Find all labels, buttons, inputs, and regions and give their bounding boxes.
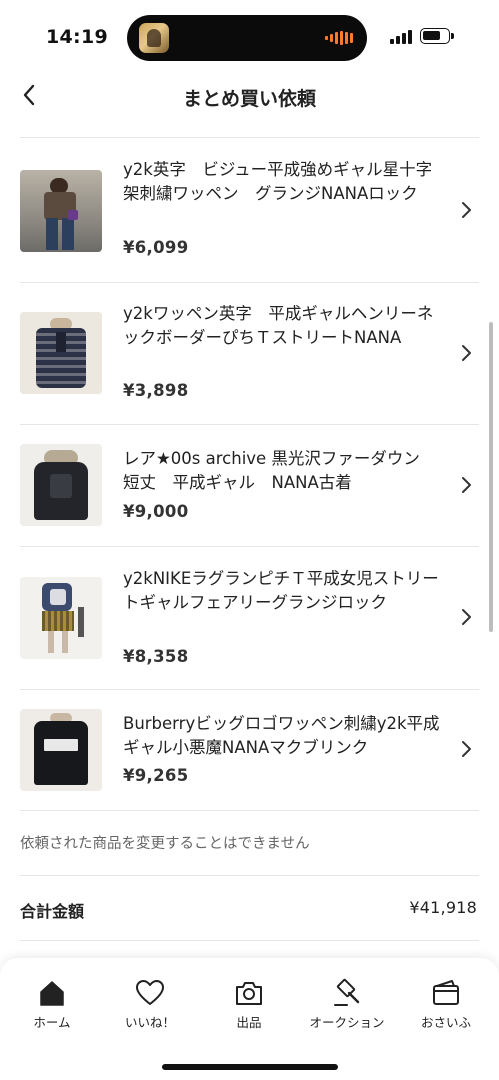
chevron-right-icon [462,202,471,218]
item-thumbnail [20,170,102,252]
total-value: ¥41,918 [409,898,477,917]
tab-label: ホーム [33,1015,71,1030]
dynamic-island[interactable] [127,15,367,61]
item-title: y2kワッペン英字 平成ギャルヘンリーネックボーダーぴちＴストリートNANA [123,304,434,347]
home-icon [40,981,64,1006]
divider [20,282,479,283]
tab-label: 出品 [236,1015,262,1030]
status-bar: 14:19 [0,0,499,72]
divider [20,137,479,138]
tab-likes[interactable]: いいね！ [100,978,200,1034]
screen: 14:19 まとめ買い依頼 y2k英字 ビジュー平成強めギャル星十字架刺繍ワッペ… [0,0,499,1080]
divider [20,810,479,811]
home-indicator [162,1064,338,1070]
item-thumbnail [20,312,102,394]
item-title: Burberryビッグロゴワッペン刺繍y2k平成ギャル小悪魔NANAマクブリンク [123,714,440,757]
chevron-right-icon [462,477,471,493]
wallet-icon [433,980,459,1005]
divider [20,424,479,425]
chevron-right-icon [462,741,471,757]
page-title: まとめ買い依頼 [182,88,316,110]
heart-icon [136,980,164,1005]
tab-label: おさいふ [420,1015,471,1030]
battery-icon [420,28,454,44]
item-title: レア★00s archive 黒光沢ファーダウン 短丈 平成ギャル NANA古着 [123,449,437,492]
tab-auction[interactable]: オークション [297,978,397,1034]
item-title: y2kNIKEラグランピチＴ平成女児ストリートギャルフェアリーグランジロック [123,569,439,612]
gavel-icon [334,978,360,1006]
divider [20,940,479,941]
tab-label: オークション [309,1015,385,1030]
item-price: ¥9,265 [123,766,189,785]
divider [20,875,479,876]
tab-wallet[interactable]: おさいふ [396,978,496,1034]
chevron-right-icon [462,609,471,625]
chevron-right-icon [462,345,471,361]
item-price: ¥9,000 [123,502,189,521]
notice-text: 依頼された商品を変更することはできません [20,836,310,852]
tab-label: いいね！ [124,1015,175,1030]
divider [20,546,479,547]
now-playing-artwork [139,23,169,53]
item-thumbnail [20,709,102,791]
item-title: y2k英字 ビジュー平成強めギャル星十字架刺繍ワッペン グランジNANAロック [123,160,433,203]
total-label: 合計金額 [20,902,85,921]
camera-icon [236,982,262,1005]
audio-wave-icon [325,31,353,45]
cellular-signal-icon [390,30,412,44]
item-thumbnail [20,444,102,526]
item-thumbnail [20,577,102,659]
divider [20,689,479,690]
item-price: ¥6,099 [123,238,189,257]
tab-bar: ホーム いいね！ 出品 オークション おさいふ [0,958,499,1080]
nav-bar: まとめ買い依頼 [0,72,499,122]
item-price: ¥8,358 [123,647,189,666]
tab-home[interactable]: ホーム [2,978,102,1034]
status-time: 14:19 [46,26,108,48]
scrollbar[interactable] [489,322,493,632]
tab-sell[interactable]: 出品 [199,978,299,1034]
item-price: ¥3,898 [123,381,189,400]
